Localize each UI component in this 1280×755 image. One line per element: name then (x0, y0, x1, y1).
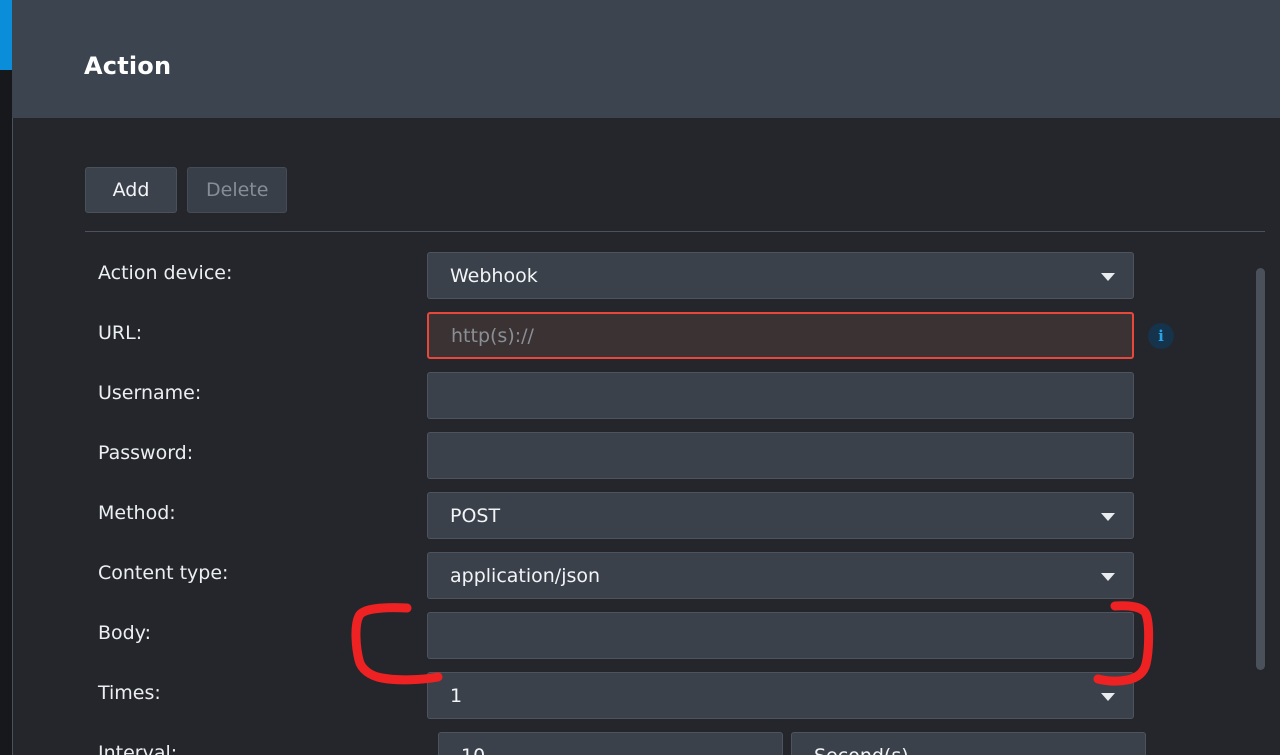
form-row-body: Body: (13, 608, 1280, 668)
times-value: 1 (450, 684, 463, 707)
times-select[interactable]: 1 (427, 672, 1134, 719)
url-label: URL: (98, 322, 143, 344)
vertical-scrollbar-thumb[interactable] (1256, 268, 1265, 670)
password-input[interactable] (427, 432, 1134, 479)
form-row-interval: Interval: 10 Second(s) (13, 728, 1280, 755)
content-area: Add Delete Action device: Webhook URL: h… (13, 118, 1280, 755)
action-window: Action Add Delete Action device: Webhook… (0, 0, 1280, 755)
content-type-label: Content type: (98, 562, 229, 584)
body-input[interactable] (427, 612, 1134, 659)
chevron-down-icon (1101, 272, 1115, 281)
chevron-down-icon (1101, 572, 1115, 581)
content-type-value: application/json (450, 564, 601, 587)
left-rail (0, 0, 12, 755)
url-placeholder: http(s):// (451, 324, 534, 347)
form-row-username: Username: (13, 368, 1280, 428)
info-icon[interactable]: i (1148, 323, 1174, 349)
chevron-down-icon (1101, 512, 1115, 521)
toolbar: Add Delete (85, 167, 288, 213)
action-device-label: Action device: (98, 262, 233, 284)
chevron-down-icon (1101, 692, 1115, 701)
interval-input[interactable]: 10 (438, 732, 783, 755)
form-row-password: Password: (13, 428, 1280, 488)
form-row-url: URL: http(s):// (13, 308, 1280, 368)
add-button[interactable]: Add (85, 167, 177, 213)
interval-value: 10 (439, 745, 485, 755)
page-title: Action (84, 52, 172, 80)
interval-label: Interval: (98, 742, 178, 755)
username-label: Username: (98, 382, 202, 404)
url-input[interactable]: http(s):// (427, 312, 1134, 359)
content-type-select[interactable]: application/json (427, 552, 1134, 599)
method-value: POST (450, 504, 501, 527)
delete-button[interactable]: Delete (187, 167, 288, 213)
username-input[interactable] (427, 372, 1134, 419)
form-row-method: Method: POST (13, 488, 1280, 548)
interval-unit-select[interactable]: Second(s) (791, 732, 1146, 755)
action-device-select[interactable]: Webhook (427, 252, 1134, 299)
method-select[interactable]: POST (427, 492, 1134, 539)
interval-unit-value: Second(s) (792, 745, 909, 755)
action-device-value: Webhook (450, 264, 538, 287)
rail-accent-indicator (0, 0, 12, 70)
toolbar-divider (85, 231, 1265, 232)
times-label: Times: (98, 682, 161, 704)
method-label: Method: (98, 502, 176, 524)
window-header: Action (12, 0, 1280, 118)
body-label: Body: (98, 622, 151, 644)
form-row-action-device: Action device: Webhook (13, 248, 1280, 308)
password-label: Password: (98, 442, 194, 464)
form-row-content-type: Content type: application/json (13, 548, 1280, 608)
form-row-times: Times: 1 (13, 668, 1280, 728)
action-form: Action device: Webhook URL: http(s):// U… (13, 248, 1280, 755)
